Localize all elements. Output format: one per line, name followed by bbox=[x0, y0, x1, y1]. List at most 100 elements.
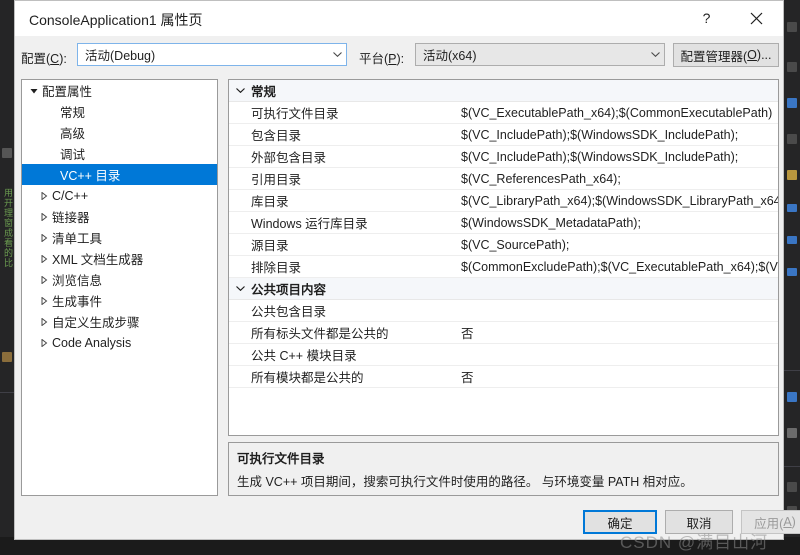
configuration-toolbar: 配置(C): 活动(Debug) 平台(P): 活动(x64) 配置管理器(O)… bbox=[15, 36, 783, 76]
property-name: 包含目录 bbox=[251, 129, 302, 143]
property-name: 源目录 bbox=[251, 239, 289, 253]
property-name: 库目录 bbox=[251, 195, 289, 209]
platform-value: 活动(x64) bbox=[423, 49, 477, 63]
grid-category-title: 公共项目内容 bbox=[251, 283, 327, 297]
triangle-right-icon[interactable] bbox=[36, 191, 52, 200]
tree-item-2[interactable]: 调试 bbox=[22, 143, 217, 164]
property-value[interactable]: 否 bbox=[461, 323, 778, 342]
grid-row[interactable]: 公共包含目录 bbox=[229, 300, 778, 322]
property-value[interactable]: $(VC_ExecutablePath_x64);$(CommonExecuta… bbox=[461, 106, 778, 120]
dialog-titlebar: ConsoleApplication1 属性页 ? bbox=[15, 1, 783, 36]
chevron-down-icon bbox=[646, 52, 664, 57]
csdn-watermark: CSDN @满目山河 bbox=[620, 533, 769, 552]
right-rail-icon-9 bbox=[787, 392, 797, 402]
platform-label: 平台(P): bbox=[359, 52, 405, 66]
tree-item-label: XML 文档生成器 bbox=[52, 253, 144, 267]
config-manager-accesskey: O bbox=[747, 48, 757, 62]
close-icon bbox=[750, 12, 763, 25]
description-title: 可执行文件目录 bbox=[237, 452, 325, 466]
rail-vertical-text: 用开理窗成看的比 bbox=[3, 188, 13, 268]
triangle-right-icon[interactable] bbox=[36, 296, 52, 305]
property-value[interactable]: $(VC_SourcePath); bbox=[461, 238, 778, 252]
close-button[interactable] bbox=[734, 1, 779, 35]
property-value[interactable]: $(VC_LibraryPath_x64);$(WindowsSDK_Libra… bbox=[461, 194, 778, 208]
grid-row[interactable]: 引用目录 $(VC_ReferencesPath_x64); bbox=[229, 168, 778, 190]
rail-icon-1 bbox=[2, 148, 12, 158]
triangle-right-icon[interactable] bbox=[36, 212, 52, 221]
grid-row[interactable]: 源目录 $(VC_SourcePath); bbox=[229, 234, 778, 256]
grid-row[interactable]: 包含目录 $(VC_IncludePath);$(WindowsSDK_Inclu… bbox=[229, 124, 778, 146]
tree-item-configuration-properties[interactable]: 配置属性 bbox=[22, 80, 217, 101]
tree-item-label: 链接器 bbox=[52, 211, 90, 225]
right-rail-icon-4 bbox=[787, 134, 797, 144]
property-value[interactable]: $(VC_IncludePath);$(WindowsSDK_IncludePa… bbox=[461, 150, 778, 164]
right-rail-icon-3 bbox=[787, 98, 797, 108]
tree-item-1[interactable]: 高级 bbox=[22, 122, 217, 143]
grid-row[interactable]: 排除目录 $(CommonExcludePath);$(VC_Executable… bbox=[229, 256, 778, 278]
tree-item-label: Code Analysis bbox=[52, 335, 132, 350]
triangle-right-icon[interactable] bbox=[36, 317, 52, 326]
triangle-down-icon[interactable] bbox=[26, 87, 42, 95]
configuration-dropdown[interactable]: 活动(Debug) bbox=[77, 43, 347, 66]
platform-label-accesskey: P bbox=[388, 52, 397, 66]
tree-item-8[interactable]: 浏览信息 bbox=[22, 269, 217, 290]
right-rail-icon-8 bbox=[787, 268, 797, 276]
grid-row[interactable]: 所有模块都是公共的 否 bbox=[229, 366, 778, 388]
grid-row[interactable]: 外部包含目录 $(VC_IncludePath);$(WindowsSDK_Inc… bbox=[229, 146, 778, 168]
tree-item-0[interactable]: 常规 bbox=[22, 101, 217, 122]
right-rail-divider-1 bbox=[784, 370, 800, 371]
grid-row[interactable]: 可执行文件目录 $(VC_ExecutablePath_x64);$(Common… bbox=[229, 102, 778, 124]
property-value[interactable]: 否 bbox=[461, 367, 778, 386]
configuration-label-accesskey: C bbox=[50, 52, 60, 66]
tree-item-4[interactable]: C/C++ bbox=[22, 185, 217, 206]
tree-root-label: 配置属性 bbox=[42, 85, 93, 99]
tree-item-9[interactable]: 生成事件 bbox=[22, 290, 217, 311]
tree-children-container: 常规高级调试 VC++ 目录 C/C++ 链接器清单工具 XML 文档生成器 浏览信息生成… bbox=[22, 101, 217, 353]
grid-row[interactable]: 库目录 $(VC_LibraryPath_x64);$(WindowsSDK_Li… bbox=[229, 190, 778, 212]
tree-item-11[interactable]: Code Analysis bbox=[22, 332, 217, 353]
grid-category-header[interactable]: 常规 bbox=[229, 80, 778, 102]
tree-item-label: 自定义生成步骤 bbox=[52, 316, 140, 330]
tree-item-label: 生成事件 bbox=[52, 295, 103, 309]
question-mark-icon: ? bbox=[702, 10, 711, 26]
grid-category-header[interactable]: 公共项目内容 bbox=[229, 278, 778, 300]
vs-right-toolwindow-rail bbox=[783, 0, 800, 555]
property-name: 可执行文件目录 bbox=[251, 107, 339, 121]
grid-row[interactable]: 所有标头文件都是公共的 否 bbox=[229, 322, 778, 344]
triangle-right-icon[interactable] bbox=[36, 275, 52, 284]
property-value[interactable]: $(CommonExcludePath);$(VC_ExecutablePath… bbox=[461, 260, 778, 274]
tree-item-3[interactable]: VC++ 目录 bbox=[22, 164, 217, 185]
tree-item-5[interactable]: 链接器 bbox=[22, 206, 217, 227]
property-value[interactable]: $(WindowsSDK_MetadataPath); bbox=[461, 216, 778, 230]
rail-divider bbox=[0, 392, 14, 393]
property-value[interactable]: $(VC_ReferencesPath_x64); bbox=[461, 172, 778, 186]
property-grid[interactable]: 常规可执行文件目录 $(VC_ExecutablePath_x64);$(Comm… bbox=[228, 79, 779, 436]
chevron-down-icon[interactable] bbox=[229, 286, 251, 291]
grid-row[interactable]: 公共 C++ 模块目录 bbox=[229, 344, 778, 366]
tree-item-label: C/C++ bbox=[52, 188, 89, 203]
right-rail-icon-11 bbox=[787, 482, 797, 492]
help-button[interactable]: ? bbox=[684, 1, 729, 35]
triangle-right-icon[interactable] bbox=[36, 254, 52, 263]
configuration-manager-button[interactable]: 配置管理器(O)... bbox=[673, 43, 779, 67]
tree-item-label: 浏览信息 bbox=[52, 274, 103, 288]
configuration-tree-panel[interactable]: 配置属性 常规高级调试 VC++ 目录 C/C++ 链接器清单工具 XML 文档生成器浏… bbox=[21, 79, 218, 496]
platform-dropdown[interactable]: 活动(x64) bbox=[415, 43, 665, 66]
tree-item-7[interactable]: XML 文档生成器 bbox=[22, 248, 217, 269]
grid-row[interactable]: Windows 运行库目录 $(WindowsSDK_MetadataPath); bbox=[229, 212, 778, 234]
grid-category-title: 常规 bbox=[251, 85, 277, 99]
chevron-down-icon bbox=[328, 52, 346, 57]
tree-item-6[interactable]: 清单工具 bbox=[22, 227, 217, 248]
property-name: Windows 运行库目录 bbox=[251, 217, 368, 231]
property-value[interactable]: $(VC_IncludePath);$(WindowsSDK_IncludePa… bbox=[461, 128, 778, 142]
triangle-right-icon[interactable] bbox=[36, 338, 52, 347]
property-name: 引用目录 bbox=[251, 173, 302, 187]
tree-item-10[interactable]: 自定义生成步骤 bbox=[22, 311, 217, 332]
right-rail-icon-10 bbox=[787, 428, 797, 438]
tree-item-label: 高级 bbox=[60, 127, 86, 141]
tree-item-label: VC++ 目录 bbox=[60, 169, 121, 183]
tree-item-label: 常规 bbox=[60, 106, 86, 120]
chevron-down-icon[interactable] bbox=[229, 88, 251, 93]
property-pages-dialog: ConsoleApplication1 属性页 ? 配置(C): 活动(Debu… bbox=[14, 0, 800, 540]
triangle-right-icon[interactable] bbox=[36, 233, 52, 242]
